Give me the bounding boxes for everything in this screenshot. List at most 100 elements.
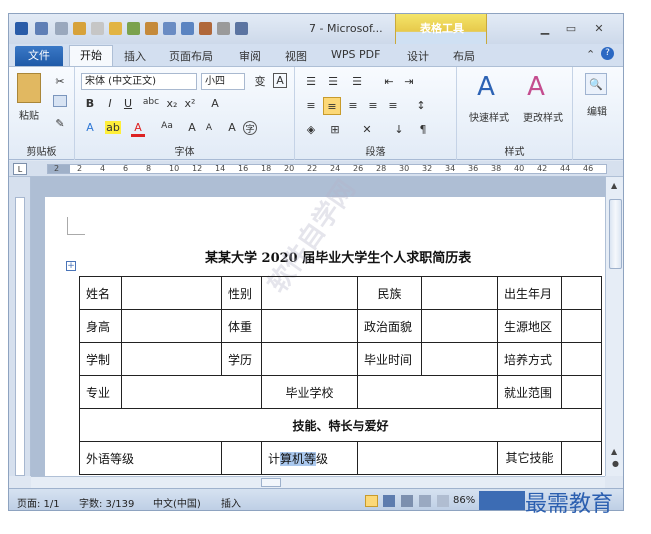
table-cell[interactable]: 计算机等级 [261, 441, 358, 475]
zoom-level[interactable]: 86% [453, 495, 475, 506]
minimize-button[interactable]: ▁ [536, 22, 554, 36]
line-spacing-icon[interactable]: ↕ [413, 99, 429, 112]
table-cell[interactable] [121, 375, 262, 409]
tab-page-layout[interactable]: 页面布局 [169, 48, 213, 64]
format-painter-icon[interactable]: ✎ [53, 117, 67, 130]
vertical-ruler[interactable] [9, 177, 31, 476]
table-cell[interactable] [357, 441, 498, 475]
table-cell[interactable]: 性别 [221, 276, 262, 310]
table-cell[interactable] [421, 309, 498, 343]
table-cell[interactable] [357, 375, 498, 409]
table-cell[interactable] [261, 276, 358, 310]
resume-table[interactable]: 姓名 性别 民族 出生年月 身高 体重 政治面貌 生源地区 学制 学历 毕业时间… [79, 276, 602, 475]
table-icon[interactable] [127, 22, 140, 35]
edit-button[interactable]: 编辑 [577, 103, 617, 118]
grow-font-icon[interactable]: A [185, 121, 199, 134]
cut-icon[interactable]: ✂ [53, 75, 67, 88]
prev-page-icon[interactable]: ▲ [611, 447, 617, 456]
tab-view[interactable]: 视图 [285, 48, 307, 64]
highlight-icon[interactable]: ab [105, 121, 121, 134]
zoom-slider[interactable] [479, 491, 525, 510]
tab-review[interactable]: 审阅 [239, 48, 261, 64]
borders-icon[interactable]: ⊞ [327, 123, 343, 136]
table-cell[interactable]: 身高 [79, 309, 122, 343]
selected-text[interactable]: 算机等 [280, 451, 317, 466]
font-size-combo[interactable]: 小四 [201, 73, 245, 90]
horizontal-scrollbar[interactable] [31, 476, 605, 488]
table-move-handle-icon[interactable]: + [66, 261, 76, 271]
help-icon[interactable]: ? [601, 47, 614, 60]
table-cell[interactable]: 姓名 [79, 276, 122, 310]
redo-icon[interactable] [73, 22, 86, 35]
underline-icon[interactable]: U [121, 97, 135, 110]
strikethrough-icon[interactable]: abc [141, 97, 161, 107]
word-count[interactable]: 字数: 3/139 [79, 495, 134, 510]
tab-wps-pdf[interactable]: WPS PDF [331, 48, 380, 61]
undo-icon[interactable] [55, 22, 68, 35]
shrink-font-icon[interactable]: A [203, 123, 215, 133]
table-cell[interactable] [561, 375, 602, 409]
table-cell[interactable] [421, 342, 498, 376]
table-cell[interactable] [421, 276, 498, 310]
ribbon-collapse-icon[interactable]: ⌃ [586, 48, 595, 61]
char-shading-icon[interactable]: A [225, 121, 239, 134]
change-styles-icon[interactable]: A [521, 71, 551, 103]
table-cell[interactable]: 毕业时间 [357, 342, 422, 376]
paste-icon[interactable] [17, 73, 41, 103]
horizontal-ruler[interactable]: L 2 2 4 6 8 10 12 14 16 18 20 22 24 26 28 30 32 34 36 38 40 4… [9, 161, 623, 177]
horizontal-thumb[interactable] [261, 478, 281, 487]
document-area[interactable]: + 某某大学 2020 届毕业大学生个人求职简历表 软件自学网 姓名 性别 民族… [31, 177, 605, 476]
table-cell[interactable] [561, 276, 602, 310]
table-cell[interactable]: 外语等级 [79, 441, 222, 475]
table-cell[interactable] [121, 276, 222, 310]
superscript-icon[interactable]: x² [183, 97, 197, 110]
quick-styles-icon[interactable]: A [471, 71, 501, 103]
spell-icon[interactable] [199, 22, 212, 35]
paste-button[interactable]: 粘贴 [13, 107, 45, 122]
print-icon[interactable] [181, 22, 194, 35]
scroll-up-icon[interactable]: ▲ [611, 181, 617, 190]
maximize-button[interactable]: ▭ [562, 22, 580, 36]
table-cell[interactable]: 专业 [79, 375, 122, 409]
tab-file[interactable]: 文件 [15, 46, 63, 66]
language[interactable]: 中文(中国) [153, 495, 201, 510]
tab-stop-selector[interactable]: L [13, 163, 27, 175]
quick-styles-button[interactable]: 快速样式 [461, 109, 517, 124]
numbering-icon[interactable]: ☰ [325, 75, 341, 88]
table-cell[interactable]: 生源地区 [497, 309, 562, 343]
phonetic-icon[interactable]: 变 [251, 73, 269, 89]
tab-insert[interactable]: 插入 [124, 48, 146, 64]
draft-icon[interactable] [437, 495, 449, 507]
copy-icon[interactable] [53, 95, 67, 107]
distributed-icon[interactable]: ≡ [385, 99, 401, 112]
table-cell[interactable] [561, 342, 602, 376]
draw-icon[interactable] [217, 22, 230, 35]
clear-format-icon[interactable]: A [207, 97, 223, 110]
shading-icon[interactable]: ◈ [303, 123, 319, 136]
align-left-icon[interactable]: ≡ [303, 99, 319, 112]
table-cell[interactable] [121, 342, 222, 376]
text-effect-icon[interactable]: A [83, 121, 97, 134]
full-screen-icon[interactable] [383, 495, 395, 507]
table-cell[interactable] [261, 342, 358, 376]
table-cell[interactable] [221, 441, 262, 475]
scrollbar-thumb[interactable] [609, 199, 622, 269]
open-icon[interactable] [109, 22, 122, 35]
table-cell[interactable]: 出生年月 [497, 276, 562, 310]
align-right-icon[interactable]: ≡ [345, 99, 361, 112]
change-styles-button[interactable]: 更改样式 [515, 109, 571, 124]
page-count[interactable]: 页面: 1/1 [17, 495, 60, 510]
table-cell[interactable]: 就业范围 [497, 375, 562, 409]
table-cell[interactable] [561, 441, 602, 475]
tab-layout[interactable]: 布局 [453, 48, 475, 64]
tab-home[interactable]: 开始 [69, 45, 113, 66]
close-button[interactable]: ✕ [590, 22, 608, 36]
sort-icon[interactable]: ↓ [391, 123, 407, 136]
preview-icon[interactable] [163, 22, 176, 35]
web-layout-icon[interactable] [401, 495, 413, 507]
find-icon[interactable]: 🔍 [585, 73, 607, 95]
browse-object-icon[interactable]: ● [612, 459, 619, 468]
tab-design[interactable]: 设计 [407, 48, 429, 64]
table-cell[interactable]: 技能、特长与爱好 [79, 408, 602, 442]
font-color-icon[interactable]: A [131, 121, 145, 137]
